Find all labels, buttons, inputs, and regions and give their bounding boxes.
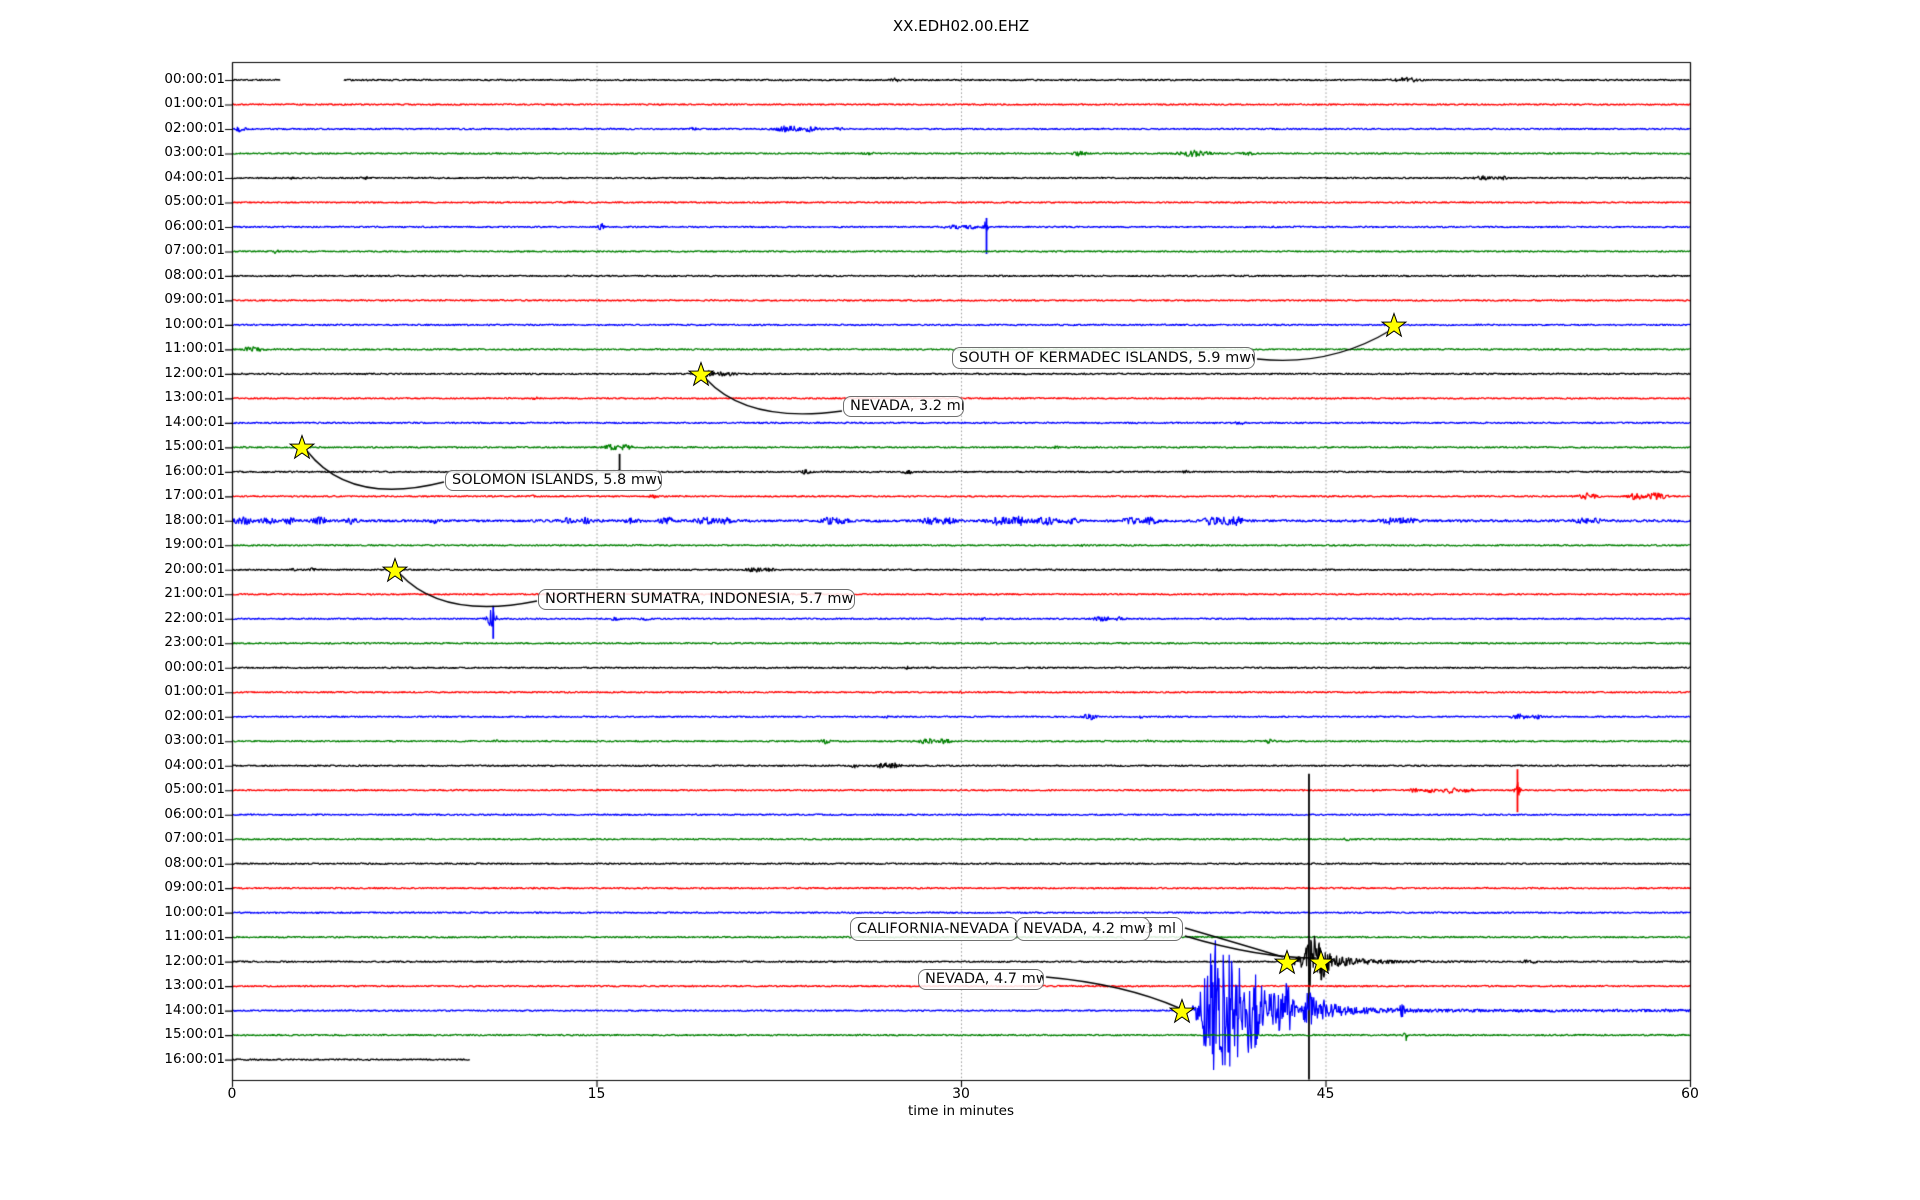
plot-title-text: XX.EDH02.00.EHZ bbox=[893, 17, 1029, 35]
row-time-label-28: 04:00:01 bbox=[90, 758, 225, 773]
row-time-label-19: 19:00:01 bbox=[90, 537, 225, 552]
row-time-label-4: 04:00:01 bbox=[90, 170, 225, 185]
row-time-label-16: 16:00:01 bbox=[90, 464, 225, 479]
x-tick-label-0: 0 bbox=[202, 1086, 262, 1102]
row-time-label-39: 15:00:01 bbox=[90, 1027, 225, 1042]
row-time-label-8: 08:00:01 bbox=[90, 268, 225, 283]
row-time-label-30: 06:00:01 bbox=[90, 807, 225, 822]
row-time-label-22: 22:00:01 bbox=[90, 611, 225, 626]
row-time-label-12: 12:00:01 bbox=[90, 366, 225, 381]
row-time-label-36: 12:00:01 bbox=[90, 954, 225, 969]
row-time-label-7: 07:00:01 bbox=[90, 243, 225, 258]
row-time-label-40: 16:00:01 bbox=[90, 1052, 225, 1067]
x-tick-label-4: 60 bbox=[1660, 1086, 1720, 1102]
event-annotation-3: NORTHERN SUMATRA, INDONESIA, 5.7 mww bbox=[538, 589, 855, 610]
event-annotation-2: SOLOMON ISLANDS, 5.8 mww bbox=[445, 470, 662, 491]
row-time-label-21: 21:00:01 bbox=[90, 586, 225, 601]
row-time-label-0: 00:00:01 bbox=[90, 72, 225, 87]
x-tick-label-1: 15 bbox=[567, 1086, 627, 1102]
x-tick-label-3: 45 bbox=[1296, 1086, 1356, 1102]
row-time-label-11: 11:00:01 bbox=[90, 341, 225, 356]
row-time-label-10: 10:00:01 bbox=[90, 317, 225, 332]
x-tick-label-2: 30 bbox=[931, 1086, 991, 1102]
event-annotation-0: SOUTH OF KERMADEC ISLANDS, 5.9 mww bbox=[952, 347, 1255, 369]
row-time-label-31: 07:00:01 bbox=[90, 831, 225, 846]
event-annotation-4: CALIFORNIA-NEVADA BO bbox=[850, 917, 1018, 941]
event-star-1 bbox=[687, 360, 715, 388]
event-star-3 bbox=[381, 556, 409, 584]
row-time-label-25: 01:00:01 bbox=[90, 684, 225, 699]
seismogram-plot: XX.EDH02.00.EHZ time in minutes 00:00:01… bbox=[0, 0, 1920, 1200]
row-time-label-20: 20:00:01 bbox=[90, 562, 225, 577]
event-star-2 bbox=[288, 433, 316, 461]
row-time-label-1: 01:00:01 bbox=[90, 96, 225, 111]
row-time-label-18: 18:00:01 bbox=[90, 513, 225, 528]
x-axis-label: time in minutes bbox=[232, 1103, 1690, 1119]
row-time-label-3: 03:00:01 bbox=[90, 145, 225, 160]
row-time-label-24: 00:00:01 bbox=[90, 660, 225, 675]
row-time-label-5: 05:00:01 bbox=[90, 194, 225, 209]
event-annotation-7: NEVADA, 4.7 mw bbox=[918, 969, 1044, 990]
plot-title: XX.EDH02.00.EHZ bbox=[0, 17, 1920, 35]
row-time-label-9: 09:00:01 bbox=[90, 292, 225, 307]
event-annotation-1: NEVADA, 3.2 ml bbox=[843, 396, 964, 417]
row-time-label-37: 13:00:01 bbox=[90, 978, 225, 993]
row-time-label-33: 09:00:01 bbox=[90, 880, 225, 895]
row-time-label-35: 11:00:01 bbox=[90, 929, 225, 944]
row-time-label-29: 05:00:01 bbox=[90, 782, 225, 797]
row-time-label-15: 15:00:01 bbox=[90, 439, 225, 454]
event-star-5 bbox=[1307, 948, 1335, 976]
event-star-7 bbox=[1168, 997, 1196, 1025]
row-time-label-6: 06:00:01 bbox=[90, 219, 225, 234]
event-star-0 bbox=[1380, 311, 1408, 339]
seismogram-canvas bbox=[0, 0, 1920, 1200]
row-time-label-23: 23:00:01 bbox=[90, 635, 225, 650]
row-time-label-34: 10:00:01 bbox=[90, 905, 225, 920]
row-time-label-32: 08:00:01 bbox=[90, 856, 225, 871]
row-time-label-27: 03:00:01 bbox=[90, 733, 225, 748]
event-annotation-5: NEVADA, 4.2 mw bbox=[1016, 917, 1150, 941]
row-time-label-38: 14:00:01 bbox=[90, 1003, 225, 1018]
row-time-label-14: 14:00:01 bbox=[90, 415, 225, 430]
row-time-label-17: 17:00:01 bbox=[90, 488, 225, 503]
row-time-label-26: 02:00:01 bbox=[90, 709, 225, 724]
row-time-label-2: 02:00:01 bbox=[90, 121, 225, 136]
row-time-label-13: 13:00:01 bbox=[90, 390, 225, 405]
event-star-4 bbox=[1273, 948, 1301, 976]
